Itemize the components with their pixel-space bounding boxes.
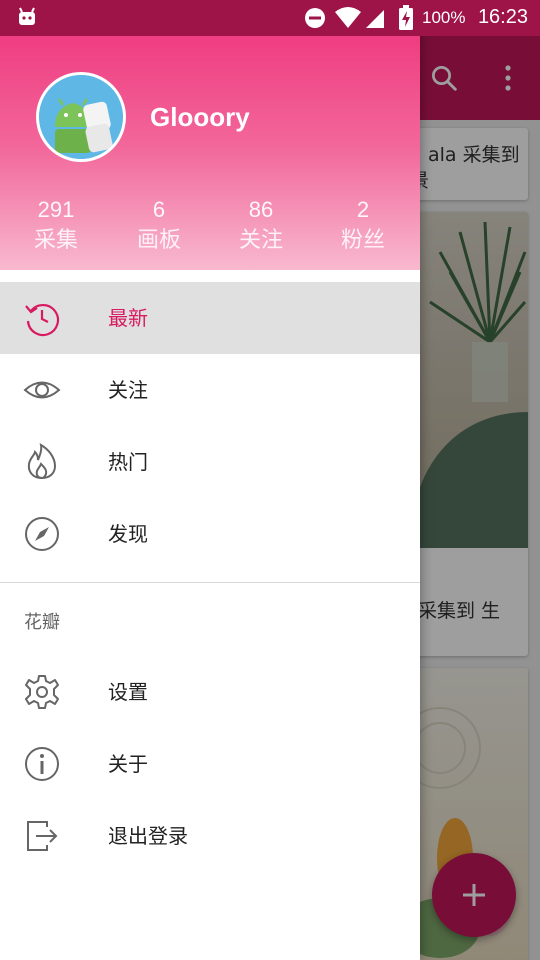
dnd-icon bbox=[304, 7, 326, 33]
menu-item-latest[interactable]: 最新 bbox=[0, 282, 420, 354]
android-icon bbox=[16, 6, 38, 32]
history-icon bbox=[22, 298, 62, 338]
menu-item-popular[interactable]: 热门 bbox=[0, 426, 420, 498]
stat-following[interactable]: 86 关注 bbox=[211, 196, 311, 258]
compass-icon bbox=[22, 514, 62, 554]
drawer-header: Glooory 291 采集 6 画板 86 关注 2 粉丝 bbox=[0, 0, 420, 270]
menu-divider bbox=[0, 582, 420, 583]
avatar[interactable] bbox=[36, 72, 126, 162]
stat-label: 画板 bbox=[136, 228, 181, 253]
battery-charging-icon bbox=[398, 5, 414, 35]
menu-item-logout[interactable]: 退出登录 bbox=[0, 800, 420, 872]
stat-value: 2 bbox=[356, 197, 370, 222]
menu-item-label: 退出登录 bbox=[108, 824, 188, 848]
stat-boards[interactable]: 6 画板 bbox=[109, 196, 209, 258]
menu-item-label: 关于 bbox=[108, 752, 148, 776]
wifi-icon bbox=[334, 6, 362, 34]
eye-icon bbox=[22, 370, 62, 410]
status-bar: 100% 16:23 bbox=[0, 0, 540, 36]
menu-item-label: 发现 bbox=[108, 522, 148, 546]
status-time: 16:23 bbox=[477, 6, 528, 28]
navigation-drawer: Glooory 291 采集 6 画板 86 关注 2 粉丝 最新 关注 热门 … bbox=[0, 0, 420, 960]
logout-icon bbox=[22, 816, 62, 856]
gear-icon bbox=[22, 672, 62, 712]
menu-item-following[interactable]: 关注 bbox=[0, 354, 420, 426]
menu-item-discover[interactable]: 发现 bbox=[0, 498, 420, 570]
info-icon bbox=[22, 744, 62, 784]
stat-collections[interactable]: 291 采集 bbox=[6, 196, 106, 258]
signal-icon bbox=[364, 6, 386, 34]
stat-value: 6 bbox=[152, 197, 166, 222]
battery-percent: 100% bbox=[422, 8, 466, 27]
menu-item-about[interactable]: 关于 bbox=[0, 728, 420, 800]
menu-item-label: 设置 bbox=[108, 680, 148, 704]
menu-item-label: 热门 bbox=[108, 450, 148, 474]
stat-value: 291 bbox=[37, 197, 75, 222]
stat-label: 采集 bbox=[33, 228, 78, 253]
stat-value: 86 bbox=[248, 197, 274, 222]
fire-icon bbox=[22, 442, 62, 482]
android-marshmallow-avatar bbox=[39, 75, 123, 159]
section-title: 花瓣 bbox=[24, 612, 60, 633]
stat-followers[interactable]: 2 粉丝 bbox=[313, 196, 413, 258]
stat-label: 粉丝 bbox=[340, 228, 385, 253]
username[interactable]: Glooory bbox=[150, 102, 250, 133]
menu-item-label: 关注 bbox=[108, 378, 148, 402]
menu-item-label: 最新 bbox=[108, 306, 148, 330]
menu-item-settings[interactable]: 设置 bbox=[0, 656, 420, 728]
stat-label: 关注 bbox=[238, 228, 283, 253]
